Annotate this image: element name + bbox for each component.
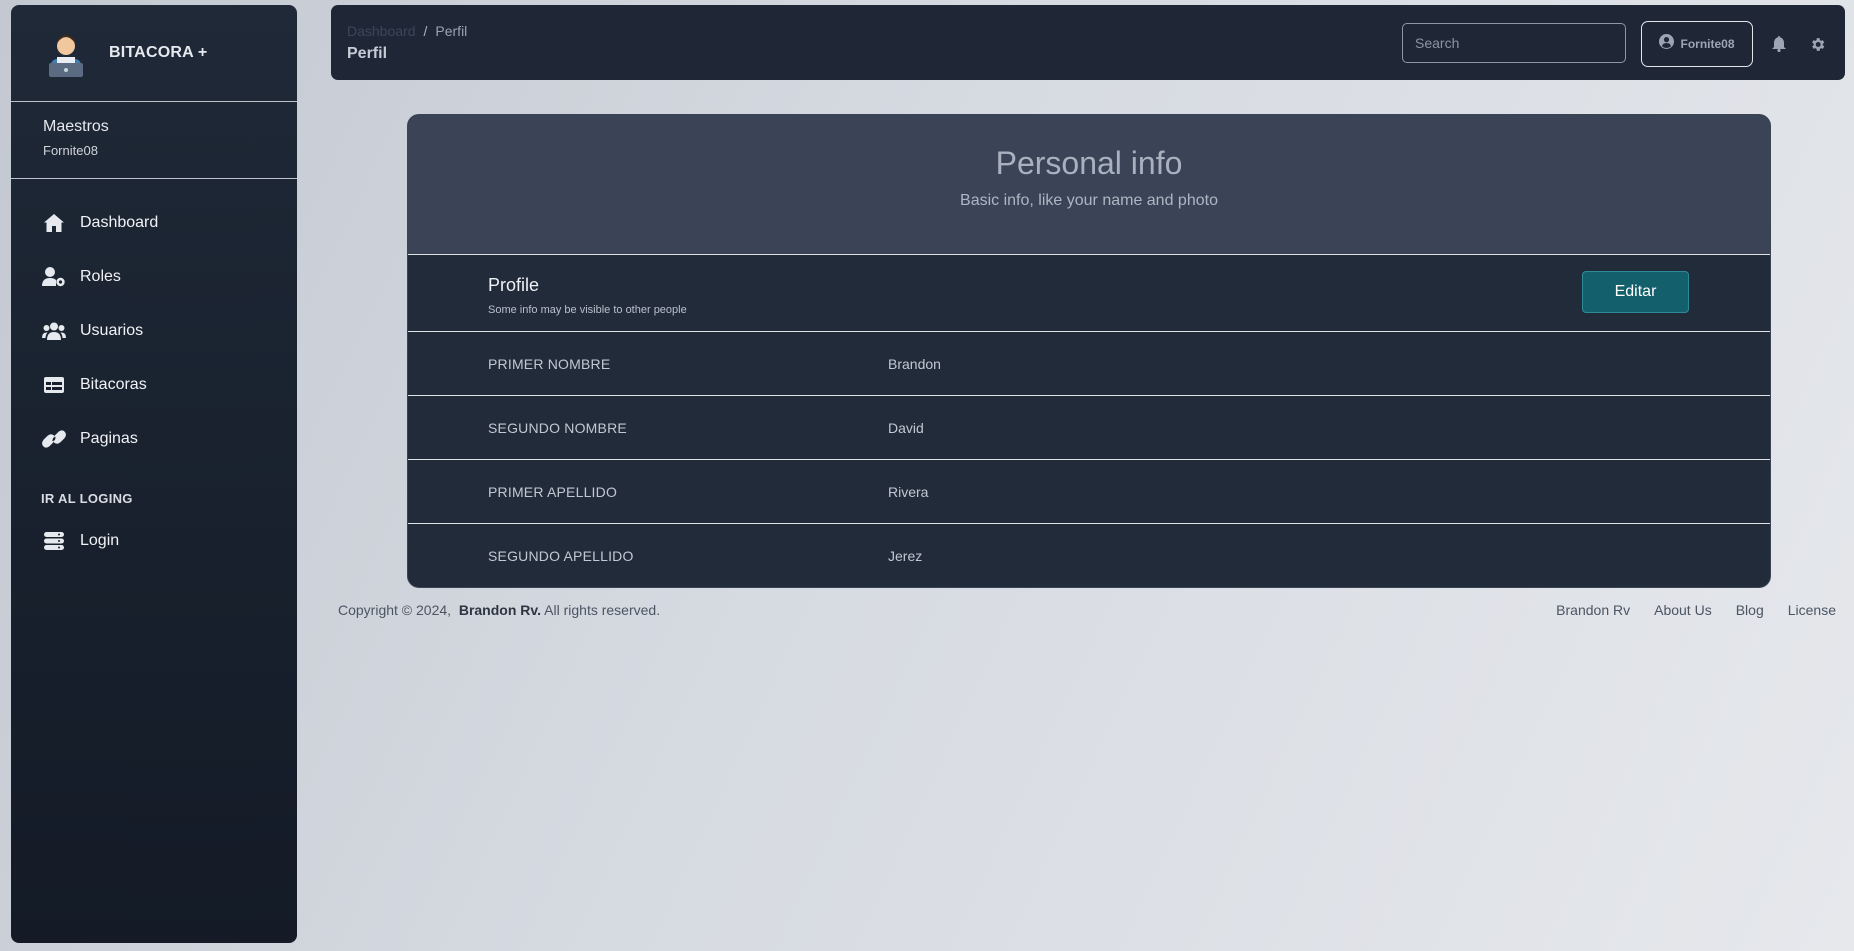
home-icon	[42, 214, 66, 232]
brand[interactable]: BITACORA +	[11, 5, 297, 101]
link-icon	[42, 430, 66, 448]
sidebar-item-login[interactable]: Login	[11, 514, 297, 568]
user-menu-button[interactable]: Fornite08	[1641, 21, 1753, 67]
sidebar-item-label: Roles	[80, 268, 121, 285]
copyright-prefix: Copyright © 2024,	[338, 602, 452, 618]
breadcrumb: Dashboard / Perfil	[347, 23, 467, 39]
sidebar-item-dashboard[interactable]: Dashboard	[11, 196, 297, 250]
user-role: Maestros	[43, 118, 109, 135]
profile-title: Profile	[488, 275, 540, 295]
sidebar-item-bitacoras[interactable]: Bitacoras	[11, 358, 297, 412]
field-label: SEGUNDO NOMBRE	[488, 420, 627, 436]
sidebar-user: Maestros Fornite08	[11, 102, 297, 178]
user-menu-label: Fornite08	[1680, 37, 1735, 51]
avatar-logo-icon	[45, 29, 87, 77]
sidebar-item-label: Usuarios	[80, 322, 144, 339]
card-subtitle: Basic info, like your name and photo	[960, 192, 1218, 209]
copyright-rights: All rights reserved.	[544, 602, 661, 618]
footer-link-about-us[interactable]: About Us	[1654, 602, 1712, 618]
sidebar-item-label: Paginas	[80, 430, 138, 447]
user-gear-icon	[42, 267, 66, 287]
page-title: Perfil	[347, 45, 388, 62]
sidebar-item-paginas[interactable]: Paginas	[11, 412, 297, 466]
brand-name: BITACORA +	[109, 44, 208, 61]
breadcrumb-current: Perfil	[435, 23, 468, 39]
database-icon	[42, 532, 66, 550]
users-icon	[42, 322, 66, 340]
bell-icon[interactable]	[1770, 35, 1788, 53]
sidebar-item-label: Dashboard	[80, 214, 159, 231]
personal-info-card: Personal info Basic info, like your name…	[407, 114, 1771, 588]
nav-section-title: IR AL LOGING	[41, 491, 133, 506]
user-circle-icon	[1659, 34, 1675, 54]
field-value: Rivera	[888, 484, 929, 500]
field-label: PRIMER APELLIDO	[488, 484, 618, 500]
sidebar-item-usuarios[interactable]: Usuarios	[11, 304, 297, 358]
footer-link-license[interactable]: License	[1788, 602, 1836, 618]
sidebar-item-label: Bitacoras	[80, 376, 147, 393]
copyright: Copyright © 2024, Brandon Rv. All rights…	[338, 602, 660, 618]
table-row: PRIMER NOMBRE Brandon	[408, 332, 1770, 396]
sidebar: BITACORA + Maestros Fornite08 Dashboard …	[11, 5, 297, 943]
footer-links: Brandon Rv About Us Blog License	[1556, 602, 1836, 618]
field-label: SEGUNDO APELLIDO	[488, 548, 634, 564]
divider	[11, 178, 297, 179]
edit-button[interactable]: Editar	[1582, 271, 1689, 313]
table-row: SEGUNDO APELLIDO Jerez	[408, 524, 1770, 587]
divider	[11, 101, 297, 102]
profile-header-row: Profile Some info may be visible to othe…	[408, 255, 1770, 332]
user-name: Fornite08	[43, 143, 98, 158]
table-row: PRIMER APELLIDO Rivera	[408, 460, 1770, 524]
search-input[interactable]	[1402, 23, 1626, 63]
card-body: Profile Some info may be visible to othe…	[408, 254, 1770, 587]
footer-link-brandon-rv[interactable]: Brandon Rv	[1556, 602, 1630, 618]
top-navbar: Dashboard / Perfil Perfil Fornite08	[331, 5, 1845, 80]
copyright-author[interactable]: Brandon Rv.	[459, 602, 541, 618]
field-value: Brandon	[888, 356, 941, 372]
sidebar-item-label: Login	[80, 532, 120, 549]
sidebar-nav: Dashboard Roles Usuarios Bitacoras Pagin…	[11, 179, 297, 568]
card-header: Personal info Basic info, like your name…	[408, 115, 1770, 254]
breadcrumb-separator: /	[423, 23, 428, 39]
table-icon	[42, 377, 66, 393]
footer-link-blog[interactable]: Blog	[1736, 602, 1764, 618]
profile-subtitle: Some info may be visible to other people	[488, 304, 687, 316]
sidebar-item-roles[interactable]: Roles	[11, 250, 297, 304]
field-value: Jerez	[888, 548, 923, 564]
card-title: Personal info	[995, 145, 1183, 181]
gear-icon[interactable]	[1808, 35, 1826, 53]
field-value: David	[888, 420, 924, 436]
table-row: SEGUNDO NOMBRE David	[408, 396, 1770, 460]
breadcrumb-link-dashboard[interactable]: Dashboard	[347, 23, 416, 39]
field-label: PRIMER NOMBRE	[488, 356, 611, 372]
